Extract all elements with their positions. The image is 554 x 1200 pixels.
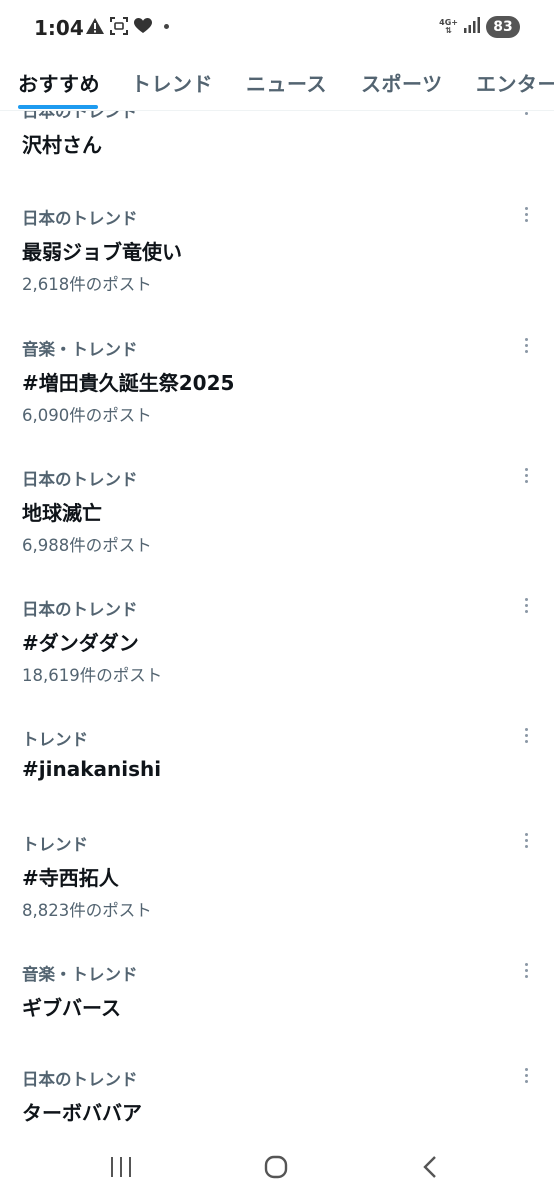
status-notification-icons: [86, 17, 169, 35]
tab-trending[interactable]: トレンド: [131, 68, 213, 97]
trend-post-count: 6,090件のポスト: [22, 406, 152, 425]
network-type-indicator: 4G+ ⇅: [439, 18, 458, 35]
home-icon[interactable]: [256, 1152, 296, 1182]
trend-category: トレンド: [22, 730, 88, 749]
more-options-icon[interactable]: [517, 1060, 535, 1090]
tab-entertainment[interactable]: エンター: [476, 68, 554, 97]
explore-tabs: おすすめ トレンド ニュース スポーツ エンター: [0, 58, 554, 111]
trend-name[interactable]: #寺西拓人: [22, 862, 119, 891]
system-navigation-bar: [0, 1130, 554, 1200]
status-system-icons: 4G+ ⇅ 83: [439, 16, 520, 38]
signal-icon: [464, 17, 480, 37]
trend-name[interactable]: #増田貴久誕生祭2025: [22, 367, 234, 396]
trend-post-count: 8,823件のポスト: [22, 901, 152, 920]
trend-name[interactable]: ターボババア: [22, 1097, 142, 1126]
status-time: 1:04: [34, 16, 84, 40]
tab-for-you[interactable]: おすすめ: [18, 68, 100, 97]
tab-news[interactable]: ニュース: [246, 68, 327, 97]
trend-category: 日本のトレンド: [22, 110, 138, 121]
notification-dot-icon: [164, 23, 169, 29]
tab-sports[interactable]: スポーツ: [361, 68, 443, 97]
trend-name[interactable]: #ダンダダン: [22, 627, 139, 656]
trend-post-count: 18,619件のポスト: [22, 666, 163, 685]
trend-post-count: 2,618件のポスト: [22, 275, 152, 294]
recent-apps-icon[interactable]: [101, 1152, 141, 1182]
trend-category: 日本のトレンド: [22, 600, 138, 619]
trend-category: 日本のトレンド: [22, 209, 138, 228]
more-options-icon[interactable]: [517, 590, 535, 620]
more-options-icon[interactable]: [517, 460, 535, 490]
warning-icon: [86, 17, 104, 35]
heart-icon: [134, 17, 152, 35]
more-options-icon[interactable]: [517, 955, 535, 985]
trend-name[interactable]: 地球滅亡: [22, 497, 102, 526]
battery-indicator: 83: [486, 16, 520, 38]
more-options-icon[interactable]: [517, 825, 535, 855]
trend-category: 日本のトレンド: [22, 470, 138, 489]
trend-category: 日本のトレンド: [22, 1070, 138, 1089]
trend-name[interactable]: 最弱ジョブ竜使い: [22, 236, 182, 265]
screenshot-icon: [110, 17, 128, 35]
trend-category: 音楽・トレンド: [22, 965, 138, 984]
back-icon[interactable]: [410, 1152, 450, 1182]
more-options-icon[interactable]: [517, 110, 535, 122]
trend-category: トレンド: [22, 835, 88, 854]
more-options-icon[interactable]: [517, 720, 535, 750]
active-tab-indicator: [18, 105, 98, 109]
more-options-icon[interactable]: [517, 199, 535, 229]
trend-post-count: 6,988件のポスト: [22, 536, 152, 555]
trend-category: 音楽・トレンド: [22, 340, 138, 359]
trend-name[interactable]: ギブバース: [22, 992, 121, 1021]
trend-name[interactable]: 沢村さん: [22, 129, 102, 158]
trend-name[interactable]: #jinakanishi: [22, 757, 161, 781]
trend-list: 日本のトレンド 沢村さん 日本のトレンド 最弱ジョブ竜使い 2,618件のポスト…: [0, 110, 554, 1130]
more-options-icon[interactable]: [517, 330, 535, 360]
status-bar: 1:04 4G+ ⇅ 83: [0, 0, 554, 58]
